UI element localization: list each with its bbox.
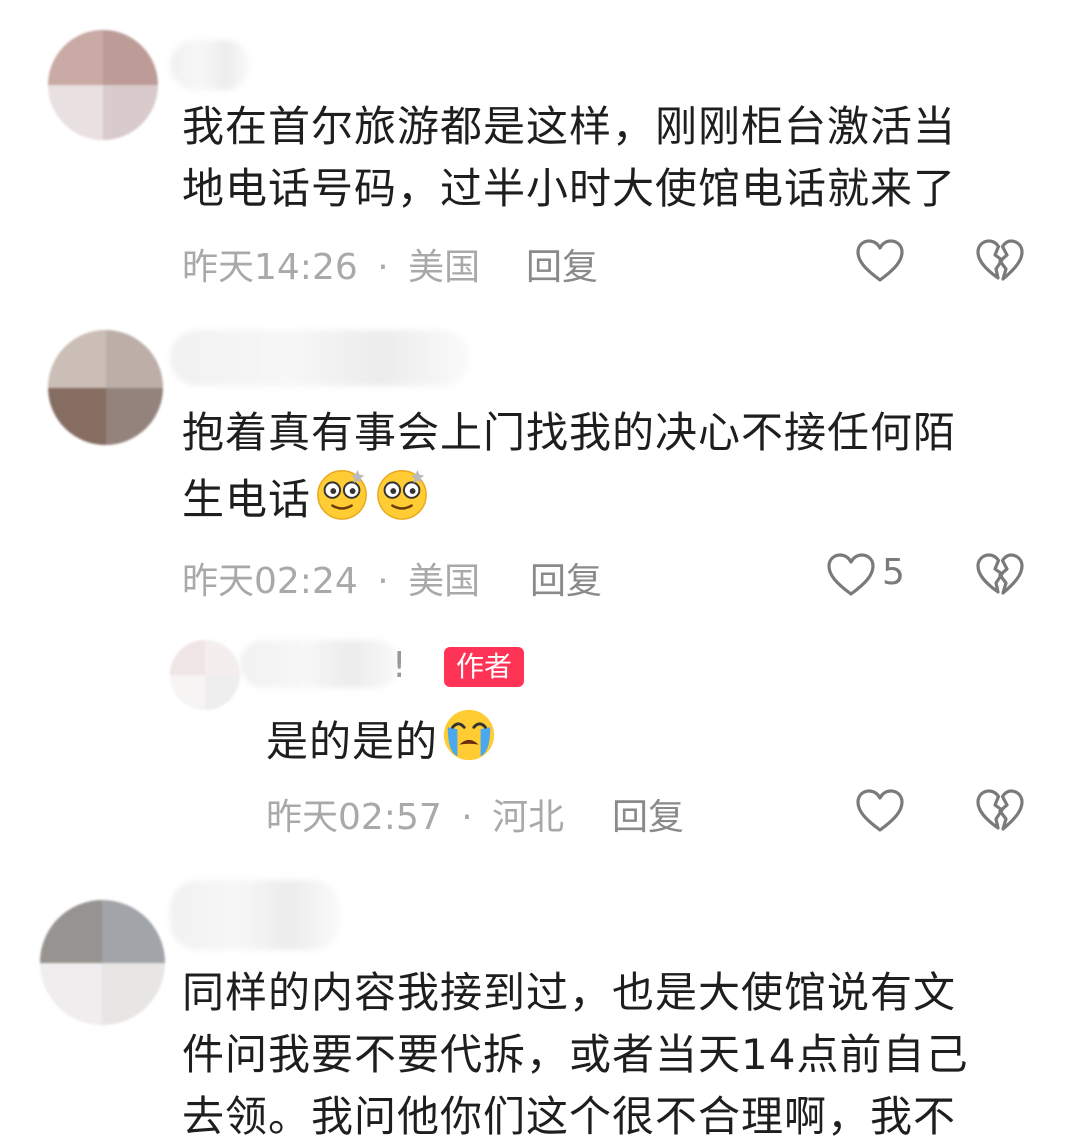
avatar[interactable]	[40, 900, 165, 1025]
comment-text: 同样的内容我接到过，也是大使馆说有文 件问我要不要代拆，或者当天14点前自己 去…	[182, 968, 969, 1141]
username[interactable]	[170, 880, 340, 950]
comment-item: 同样的内容我接到过，也是大使馆说有文 件问我要不要代拆，或者当天14点前自己 去…	[0, 0, 1080, 1148]
